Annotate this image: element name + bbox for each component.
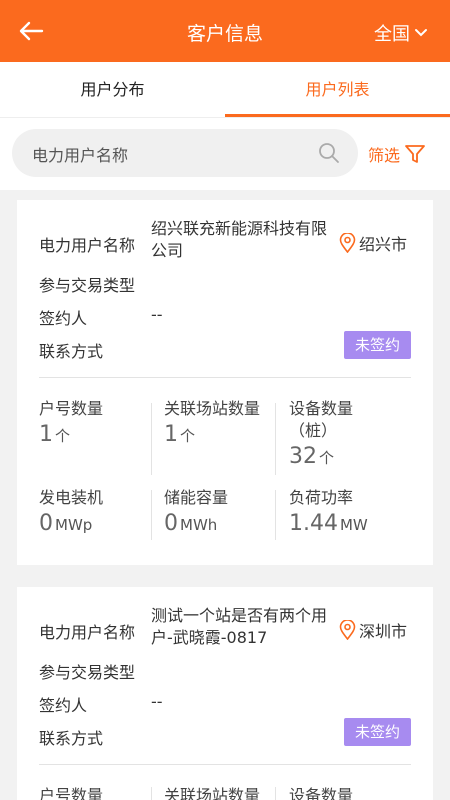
signer-value: -- (151, 692, 163, 711)
search-input[interactable]: 电力用户名称 (12, 129, 358, 177)
device-count-value: 32 (289, 444, 317, 469)
signer-label: 签约人 (39, 696, 88, 715)
search-placeholder: 电力用户名称 (32, 146, 129, 165)
location-pin-icon (339, 233, 356, 253)
load-power-stat: 负荷功率 1.44 MW (289, 487, 368, 536)
user-name-label: 电力用户名称 (39, 623, 136, 642)
load-power-unit: MW (339, 516, 368, 534)
storage-label: 储能容量 (164, 488, 229, 507)
generator-stat: 发电装机 0 MWp (39, 487, 103, 536)
generator-label: 发电装机 (39, 488, 104, 507)
tab-user-distribution[interactable]: 用户分布 (0, 62, 225, 117)
account-count-label: 户号数量 (39, 399, 104, 418)
storage-value: 0 (164, 511, 178, 536)
account-count-stat: 户号数量 (39, 785, 103, 800)
filter-label: 筛选 (368, 146, 401, 165)
trade-type-label: 参与交易类型 (39, 663, 136, 682)
column-divider (275, 403, 276, 475)
city-label: 深圳市 (358, 622, 407, 641)
column-divider (151, 490, 152, 540)
account-count-value: 1 (39, 422, 53, 447)
search-icon[interactable] (318, 142, 340, 164)
station-count-label: 关联场站数量 (164, 399, 261, 418)
device-count-sublabel: （桩） (289, 421, 338, 440)
station-count-value: 1 (164, 422, 178, 447)
signer-value: -- (151, 305, 163, 324)
station-count-stat: 关联场站数量 (164, 785, 260, 800)
tab-user-list[interactable]: 用户列表 (225, 62, 450, 117)
search-area: 电力用户名称 筛选 (0, 118, 450, 190)
column-divider (151, 403, 152, 475)
funnel-icon (405, 145, 425, 163)
city-label: 绍兴市 (358, 235, 407, 254)
account-count-unit: 个 (55, 427, 71, 445)
signer-label: 签约人 (39, 309, 88, 328)
city-info: 深圳市 (339, 618, 407, 642)
chevron-down-icon (415, 29, 427, 37)
top-bar: 客户信息 全国 (0, 0, 450, 62)
contact-label: 联系方式 (39, 342, 104, 361)
column-divider (275, 490, 276, 540)
station-count-stat: 关联场站数量 1个 (164, 398, 260, 447)
city-info: 绍兴市 (339, 231, 407, 255)
load-power-label: 负荷功率 (289, 488, 354, 507)
region-label: 全国 (374, 24, 410, 45)
storage-stat: 储能容量 0 MWh (164, 487, 228, 536)
generator-unit: MWp (55, 516, 93, 534)
region-selector[interactable]: 全国 (374, 20, 428, 46)
status-badge: 未签约 (344, 718, 411, 746)
divider (39, 377, 411, 378)
column-divider (275, 787, 276, 800)
column-divider (151, 787, 152, 800)
device-count-stat: 设备数量 （桩） 32 个 (289, 398, 353, 469)
trade-type-label: 参与交易类型 (39, 276, 136, 295)
storage-unit: MWh (180, 516, 218, 534)
device-count-stat: 设备数量 (289, 785, 353, 800)
customer-card[interactable]: 电力用户名称 绍兴联充新能源科技有限公司 绍兴市 参与交易类型 签约人 -- 联… (17, 200, 433, 565)
contact-label: 联系方式 (39, 729, 104, 748)
device-count-label: 设备数量 (289, 786, 354, 800)
account-count-label: 户号数量 (39, 786, 104, 800)
customer-card[interactable]: 电力用户名称 测试一个站是否有两个用户-武晓霞-0817 深圳市 参与交易类型 … (17, 587, 433, 800)
filter-button[interactable]: 筛选 (368, 142, 426, 166)
user-name-label: 电力用户名称 (39, 236, 136, 255)
load-power-value: 1.44 (289, 511, 338, 536)
station-count-unit: 个 (180, 427, 196, 445)
device-count-label: 设备数量 (289, 399, 354, 418)
tab-bar: 用户分布 用户列表 (0, 62, 450, 118)
account-count-stat: 户号数量 1个 (39, 398, 103, 447)
status-badge: 未签约 (344, 331, 411, 359)
generator-value: 0 (39, 511, 53, 536)
location-pin-icon (339, 620, 356, 640)
divider (39, 764, 411, 765)
user-name-value: 测试一个站是否有两个用户-武晓霞-0817 (151, 606, 328, 647)
user-name-value: 绍兴联充新能源科技有限公司 (151, 219, 328, 260)
station-count-label: 关联场站数量 (164, 786, 261, 800)
device-count-unit: 个 (319, 449, 335, 467)
